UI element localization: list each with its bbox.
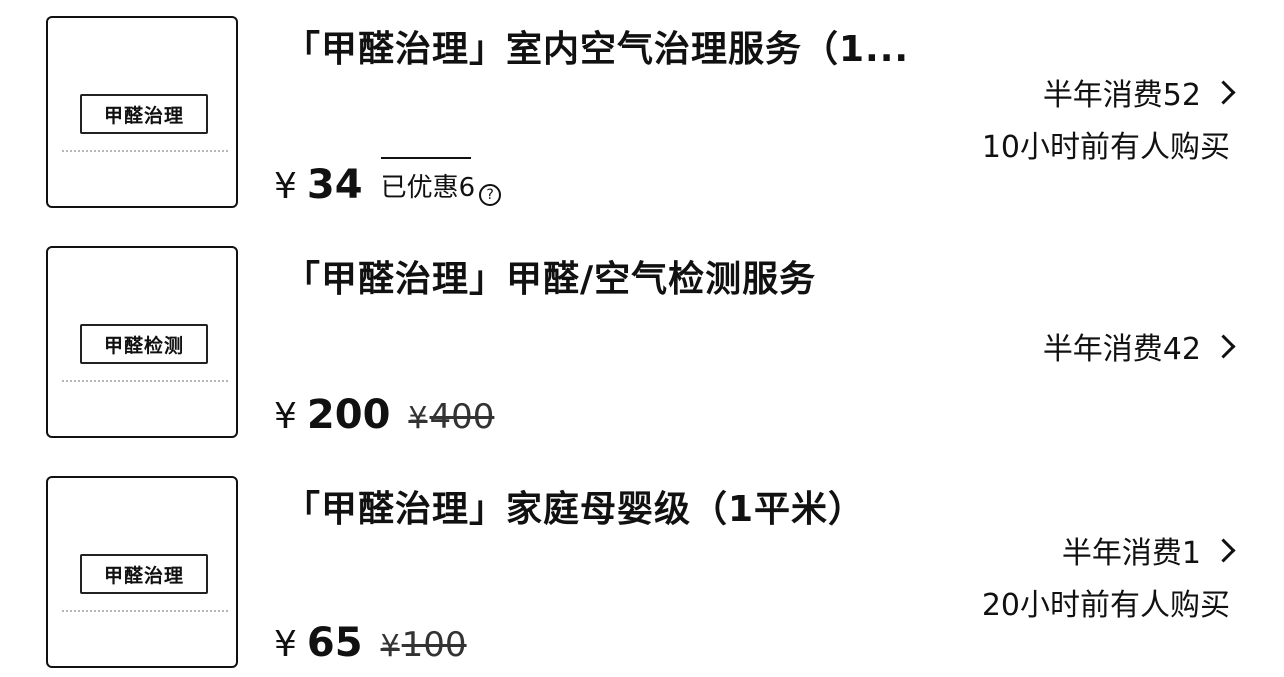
product-thumbnail[interactable]: 甲醛治理 (46, 476, 238, 668)
recent-purchase-note: 10小时前有人购买 (981, 130, 1230, 165)
price-row: ¥200 ¥400 (274, 392, 494, 438)
product-title[interactable]: 「甲醛治理」室内空气治理服务（1... (284, 20, 909, 72)
original-price: ¥400 (408, 397, 495, 437)
chevron-right-icon (1211, 79, 1236, 105)
current-price: ¥34 (274, 162, 363, 208)
price-row: ¥34 已优惠6? (274, 157, 502, 208)
product-title[interactable]: 「甲醛治理」家庭母婴级（1平米） (284, 480, 865, 532)
thumbnail-label: 甲醛治理 (80, 554, 208, 594)
sales-link[interactable]: 半年消费52 (1043, 70, 1238, 114)
discount-note[interactable]: 已优惠6? (380, 157, 502, 206)
sales-link[interactable]: 半年消费1 (1062, 528, 1238, 572)
sales-count: 半年消费1 (1061, 536, 1201, 571)
thumbnail-divider (62, 150, 228, 158)
info-icon[interactable]: ? (479, 184, 502, 206)
thumbnail-divider (62, 610, 228, 618)
product-thumbnail[interactable]: 甲醛检测 (46, 246, 238, 438)
recent-purchase-note: 20小时前有人购买 (981, 588, 1230, 623)
product-thumbnail[interactable]: 甲醛治理 (46, 16, 238, 208)
original-price: ¥100 (380, 625, 467, 665)
thumbnail-label: 甲醛治理 (80, 94, 208, 134)
thumbnail-label: 甲醛检测 (80, 324, 208, 364)
thumbnail-divider (62, 380, 228, 388)
current-price: ¥200 (274, 392, 391, 438)
price-row: ¥65 ¥100 (274, 620, 467, 666)
sales-link[interactable]: 半年消费42 (1043, 324, 1238, 368)
chevron-right-icon (1211, 537, 1236, 563)
chevron-right-icon (1211, 333, 1236, 359)
sales-count: 半年消费42 (1042, 332, 1201, 367)
sales-count: 半年消费52 (1042, 78, 1201, 113)
current-price: ¥65 (274, 620, 363, 666)
product-title[interactable]: 「甲醛治理」甲醛/空气检测服务 (284, 250, 816, 302)
